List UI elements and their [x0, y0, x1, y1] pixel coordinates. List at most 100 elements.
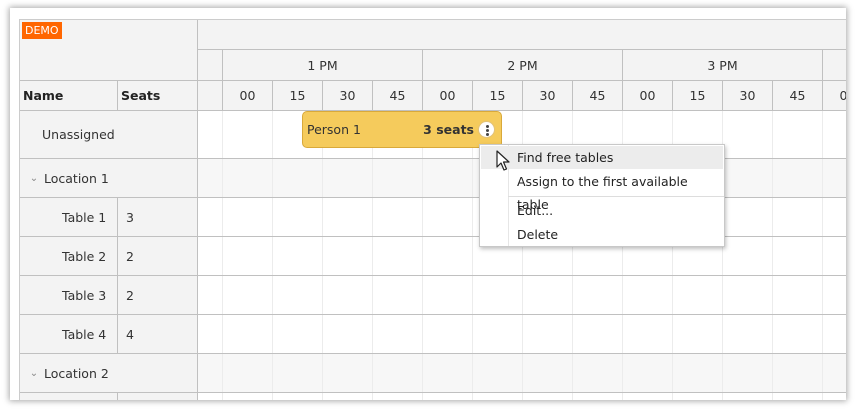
row-table-3[interactable]: Table 3 2 — [20, 276, 846, 315]
grid-cell — [373, 315, 423, 353]
row-seats: 2 — [126, 248, 134, 264]
menu-item-edit[interactable]: Edit... — [481, 199, 723, 222]
row-label: Table 4 — [62, 326, 107, 342]
minute-cell: 15 — [273, 81, 323, 110]
grid-cell — [523, 393, 573, 400]
minute-cell-prev — [198, 81, 223, 110]
minute-cell: 00 — [823, 81, 846, 110]
grid-cell — [423, 354, 473, 392]
row-label: Table 3 — [62, 287, 107, 303]
grid-cell — [423, 237, 473, 275]
grid-cell — [523, 315, 573, 353]
grid-cell — [273, 315, 323, 353]
row-label: Table 1 — [62, 209, 107, 225]
grid-cell — [223, 393, 273, 400]
grid-cell — [723, 393, 773, 400]
minute-cell: 30 — [723, 81, 773, 110]
row-cells[interactable] — [198, 276, 846, 314]
grid-cell — [673, 315, 723, 353]
chevron-down-icon[interactable]: ⌄ — [28, 368, 40, 379]
grid-cell — [773, 354, 823, 392]
row-label: Location 2 — [44, 365, 109, 381]
grid-cell — [323, 237, 373, 275]
minute-cell: 45 — [373, 81, 423, 110]
grid-cell — [273, 237, 323, 275]
grid-cell — [473, 276, 523, 314]
grid-cell — [373, 393, 423, 400]
row-table-4[interactable]: Table 4 4 — [20, 315, 846, 354]
hour-cell-next — [823, 50, 846, 81]
grid-cell — [373, 159, 423, 197]
grid-cell — [673, 276, 723, 314]
column-header-seats[interactable]: Seats — [118, 81, 198, 111]
grid-cell — [223, 237, 273, 275]
grid-cell — [223, 198, 273, 236]
minute-cell: 15 — [673, 81, 723, 110]
row-cells — [198, 393, 846, 400]
grid-cell — [223, 159, 273, 197]
grid-cell — [723, 276, 773, 314]
mouse-cursor-icon — [496, 150, 510, 171]
menu-separator — [508, 196, 724, 197]
chevron-down-icon[interactable]: ⌄ — [28, 173, 40, 184]
menu-item-find-free-tables[interactable]: Find free tables — [481, 146, 723, 169]
grid-cell — [723, 354, 773, 392]
grid-cell — [323, 393, 373, 400]
grid-cell — [573, 393, 623, 400]
row-label: Unassigned — [42, 127, 115, 142]
grid-cell — [173, 354, 223, 392]
grid-cell — [223, 354, 273, 392]
grid-cell — [423, 159, 473, 197]
minute-cell: 45 — [773, 81, 823, 110]
timeline-header: 1 PM 2 PM 3 PM 00 15 30 45 00 15 30 45 0… — [198, 20, 846, 111]
header-corner: DEMO Name Seats — [20, 20, 198, 111]
minute-cell: 45 — [573, 81, 623, 110]
grid-cell — [323, 354, 373, 392]
grid-cell — [423, 276, 473, 314]
minute-cell: 30 — [523, 81, 573, 110]
column-header-name[interactable]: Name — [20, 81, 118, 111]
context-menu: Find free tables Assign to the first ava… — [479, 144, 725, 247]
hour-cell-1pm: 1 PM — [223, 50, 423, 81]
grid-cell — [723, 159, 773, 197]
grid-cell — [773, 237, 823, 275]
grid-cell — [373, 354, 423, 392]
menu-item-assign-first-table[interactable]: Assign to the first available table — [481, 170, 723, 212]
grid-cell — [273, 276, 323, 314]
minute-cell: 00 — [623, 81, 673, 110]
minute-cell: 00 — [423, 81, 473, 110]
grid-cell — [173, 198, 223, 236]
grid-cell — [673, 354, 723, 392]
grid-cell — [373, 198, 423, 236]
more-vertical-icon[interactable] — [478, 121, 495, 138]
row-label: Location 1 — [44, 170, 109, 186]
grid-cell — [173, 393, 223, 400]
event-seats: 3 seats — [423, 122, 474, 137]
row-cells — [198, 354, 846, 392]
grid-cell — [623, 276, 673, 314]
hour-cell-prev — [198, 50, 223, 81]
grid-cell — [173, 159, 223, 197]
grid-cell — [723, 315, 773, 353]
grid-cell — [773, 111, 823, 158]
grid-cell — [273, 393, 323, 400]
hour-cell-3pm: 3 PM — [623, 50, 823, 81]
grid-cell — [573, 276, 623, 314]
row-cells[interactable] — [198, 315, 846, 353]
row-location-2[interactable]: ⌄ Location 2 — [20, 354, 846, 393]
grid-cell — [373, 237, 423, 275]
grid-cell — [323, 159, 373, 197]
grid-cell — [173, 237, 223, 275]
grid-cell — [773, 198, 823, 236]
grid-cell — [223, 276, 273, 314]
event-person-1[interactable]: Person 1 3 seats — [302, 111, 502, 148]
grid-cell — [523, 354, 573, 392]
grid-cell — [773, 276, 823, 314]
menu-item-delete[interactable]: Delete — [481, 223, 723, 246]
grid-cell — [573, 354, 623, 392]
row-seats: 2 — [126, 287, 134, 303]
grid-cell — [423, 315, 473, 353]
grid-cell — [473, 315, 523, 353]
row-label: Table 2 — [62, 248, 107, 264]
minute-cell: 00 — [223, 81, 273, 110]
